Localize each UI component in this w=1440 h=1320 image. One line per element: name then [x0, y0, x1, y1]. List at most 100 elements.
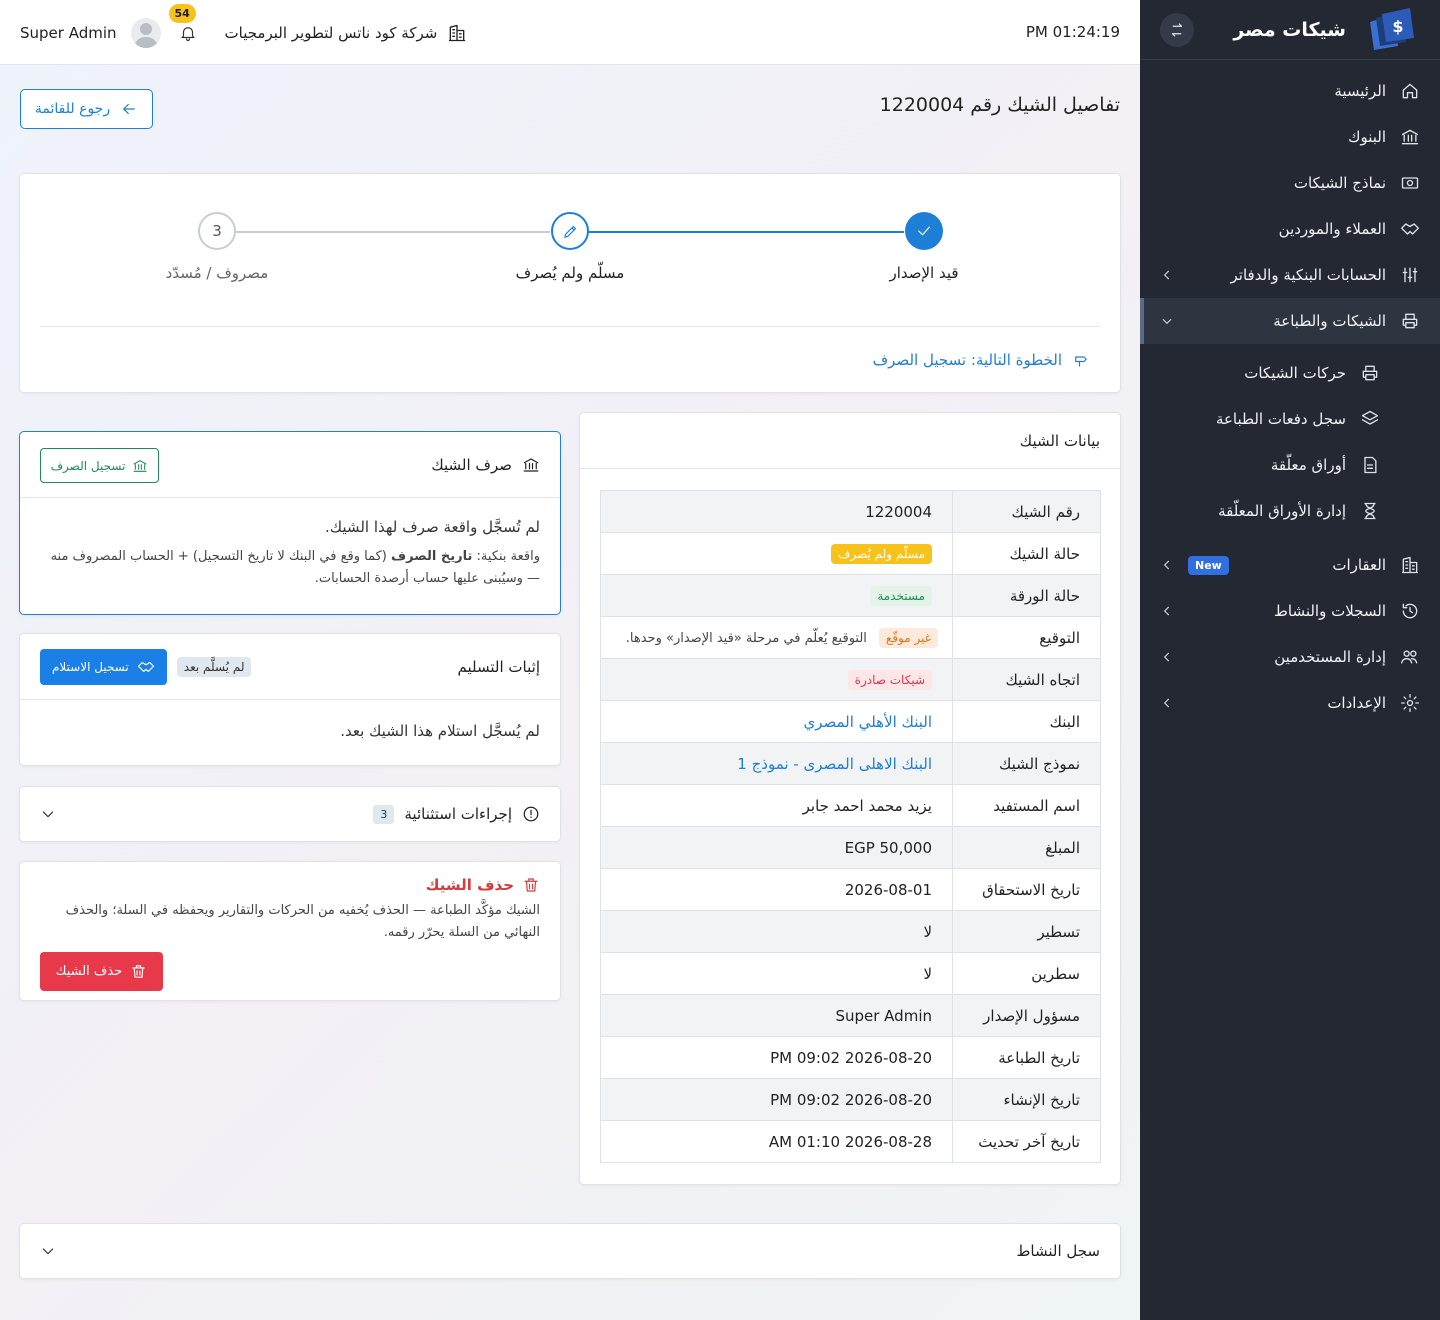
clock: PM 01:24:19 — [1025, 23, 1120, 41]
table-row: تسطير لا — [600, 910, 1101, 953]
bank-icon — [133, 459, 147, 472]
step-label: قيد الإصدار — [889, 264, 959, 282]
cash-check-title: صرف الشيك — [431, 455, 512, 474]
back-button-label: رجوع للقائمة — [34, 101, 111, 117]
building-icon — [449, 24, 466, 41]
field-key: تاريخ الإنشاء — [952, 1078, 1101, 1121]
step-issued: قيد الإصدار — [844, 212, 1004, 282]
sidebar-item-label: الشيكات والطباعة — [1273, 312, 1386, 330]
table-row: المبلغ EGP 50,000 — [600, 826, 1101, 869]
username: Super Admin — [20, 23, 117, 42]
cash-hint-bold: تاريخ الصرف — [391, 549, 473, 564]
field-key: رقم الشيك — [952, 490, 1101, 533]
check-template-link[interactable]: البنك الاهلى المصرى - نموذج 1 — [737, 755, 932, 773]
field-key: البنك — [952, 700, 1101, 743]
cash-hint: واقعة بنكية: تاريخ الصرف (كما وقع في الب… — [40, 546, 540, 590]
step-cashed: 3 مصروف / مُسدّد — [137, 212, 297, 282]
exceptional-actions-toggle[interactable]: إجراءات استثنائية 3 — [19, 786, 561, 842]
field-key: تاريخ الاستحقاق — [952, 868, 1101, 911]
table-row: تاريخ الطباعة PM 09:02 2026-08-20 — [600, 1036, 1101, 1079]
check-icon — [918, 226, 930, 236]
chevron-down-icon — [1162, 318, 1172, 325]
trash-icon — [524, 878, 538, 892]
sidebar-toggle-button[interactable] — [1160, 12, 1194, 47]
sidebar-item-check-templates[interactable]: نماذج الشيكات — [1140, 160, 1440, 206]
table-row: رقم الشيك 1220004 — [600, 490, 1101, 533]
sidebar-item-label: السجلات والنشاط — [1274, 602, 1386, 620]
divider — [40, 326, 1100, 327]
back-to-list-button[interactable]: رجوع للقائمة — [20, 89, 153, 129]
field-value: لا — [600, 910, 953, 953]
chevron-left-icon — [1163, 698, 1170, 708]
table-row: التوقيع غير موقّع التوقيع يُعلّم في مرحلة … — [600, 616, 1101, 659]
step-done-circle — [905, 212, 943, 250]
field-value: 2026-08-01 — [600, 868, 953, 911]
field-key: تاريخ الطباعة — [952, 1036, 1101, 1079]
sidebar-subitem-label: حركات الشيكات — [1244, 364, 1346, 382]
chevron-left-icon — [1163, 606, 1170, 616]
svg-text:$: $ — [1392, 17, 1403, 36]
step-pending-circle: 3 — [198, 212, 236, 250]
cash-check-body: لم تُسجَّل واقعة صرف لهذا الشيك. واقعة ب… — [20, 498, 560, 590]
field-value: لا — [600, 952, 953, 995]
table-row: حالة الورقة مستخدمة — [600, 574, 1101, 617]
next-step-label: الخطوة التالية: تسجيل الصرف — [872, 351, 1062, 369]
field-value: 1220004 — [600, 490, 953, 533]
chevron-left-icon — [1163, 652, 1170, 662]
status-stepper: قيد الإصدار مسلّم ولم يُصرف 3 مصروف / مُ… — [19, 173, 1121, 393]
sidebar-subitem-check-movements[interactable]: حركات الشيكات — [1140, 350, 1440, 396]
sidebar: $ شيكات مصر الرئيسية البنوك نماذج الشيكا… — [1140, 0, 1440, 1320]
sidebar-nav: الرئيسية البنوك نماذج الشيكات العملاء وا… — [1140, 60, 1440, 726]
avatar[interactable] — [130, 17, 161, 48]
sidebar-item-settings[interactable]: الإعدادات — [1140, 680, 1440, 726]
pencil-icon — [563, 225, 576, 238]
sidebar-item-real-estate[interactable]: العقارات New — [1140, 542, 1440, 588]
next-step-hint: الخطوة التالية: تسجيل الصرف — [873, 351, 1090, 369]
handshake-icon — [137, 661, 154, 672]
exceptional-count-badge: 3 — [373, 804, 395, 824]
sidebar-subitem-manage-pending[interactable]: إدارة الأوراق المعلّقة — [1140, 488, 1440, 534]
field-value: AM 01:10 2026-08-28 — [600, 1120, 953, 1163]
company-selector[interactable]: شركة كود ناتس لتطوير البرمجيات — [225, 23, 468, 43]
activity-log-toggle[interactable]: سجل النشاط — [19, 1223, 1121, 1279]
register-cash-button[interactable]: تسجيل الصرف — [40, 448, 159, 483]
field-key: المبلغ — [952, 826, 1101, 869]
sidebar-subitem-print-batches[interactable]: سجل دفعات الطباعة — [1140, 396, 1440, 442]
field-key: نموذج الشيك — [952, 742, 1101, 785]
table-row: تاريخ آخر تحديث AM 01:10 2026-08-28 — [600, 1120, 1101, 1163]
sidebar-item-checks-printing[interactable]: الشيكات والطباعة — [1140, 298, 1440, 344]
notification-count-badge: 54 — [168, 3, 196, 23]
notifications-button[interactable]: 54 — [168, 3, 201, 46]
sidebar-item-banks[interactable]: البنوك — [1140, 114, 1440, 160]
page-title: تفاصيل الشيك رقم 1220004 — [879, 94, 1120, 116]
sliders-icon — [1402, 267, 1418, 283]
topbar: PM 01:24:19 Super Admin 54 شركة كود ناتس… — [0, 0, 1140, 65]
exceptional-title: إجراءات استثنائية — [404, 805, 512, 823]
sidebar-item-label: الحسابات البنكية والدفاتر — [1230, 266, 1386, 284]
table-row: نموذج الشيك البنك الاهلى المصرى - نموذج 1 — [600, 742, 1101, 785]
delivery-empty-text: لم يُسجَّل استلام هذا الشيك بعد. — [340, 722, 540, 740]
step-current-circle — [551, 212, 589, 250]
paper-status-badge: مستخدمة — [870, 585, 932, 606]
bank-link[interactable]: البنك الأهلي المصري — [803, 713, 932, 731]
printer-icon — [1402, 313, 1418, 329]
chevron-left-icon — [1163, 270, 1170, 280]
handshake-icon — [1401, 223, 1419, 235]
delete-check-button[interactable]: حذف الشيك — [40, 952, 163, 991]
field-key: حالة الشيك — [952, 532, 1101, 575]
delete-check-label: حذف الشيك — [55, 964, 123, 979]
sidebar-item-home[interactable]: الرئيسية — [1140, 68, 1440, 114]
sidebar-item-logs[interactable]: السجلات والنشاط — [1140, 588, 1440, 634]
sidebar-item-users[interactable]: إدارة المستخدمين — [1140, 634, 1440, 680]
cash-empty-text: لم تُسجَّل واقعة صرف لهذا الشيك. — [325, 518, 540, 536]
field-key: مسؤول الإصدار — [952, 994, 1101, 1037]
field-key: التوقيع — [952, 616, 1101, 659]
check-info-table: رقم الشيك 1220004 حالة الشيك مسلّم ولم يُص… — [600, 490, 1101, 1163]
delivery-status-badge: لم يُسلَّم بعد — [176, 656, 252, 677]
sidebar-item-customers[interactable]: العملاء والموردين — [1140, 206, 1440, 252]
sidebar-item-bank-accounts[interactable]: الحسابات البنكية والدفاتر — [1140, 252, 1440, 298]
register-receipt-button[interactable]: تسجيل الاستلام — [40, 648, 167, 685]
sidebar-subitem-pending-papers[interactable]: أوراق معلّقة — [1140, 442, 1440, 488]
delete-check-card: حذف الشيك الشيك مؤكَّد الطباعة — الحذف ي… — [19, 861, 561, 1001]
document-icon — [1364, 456, 1377, 474]
